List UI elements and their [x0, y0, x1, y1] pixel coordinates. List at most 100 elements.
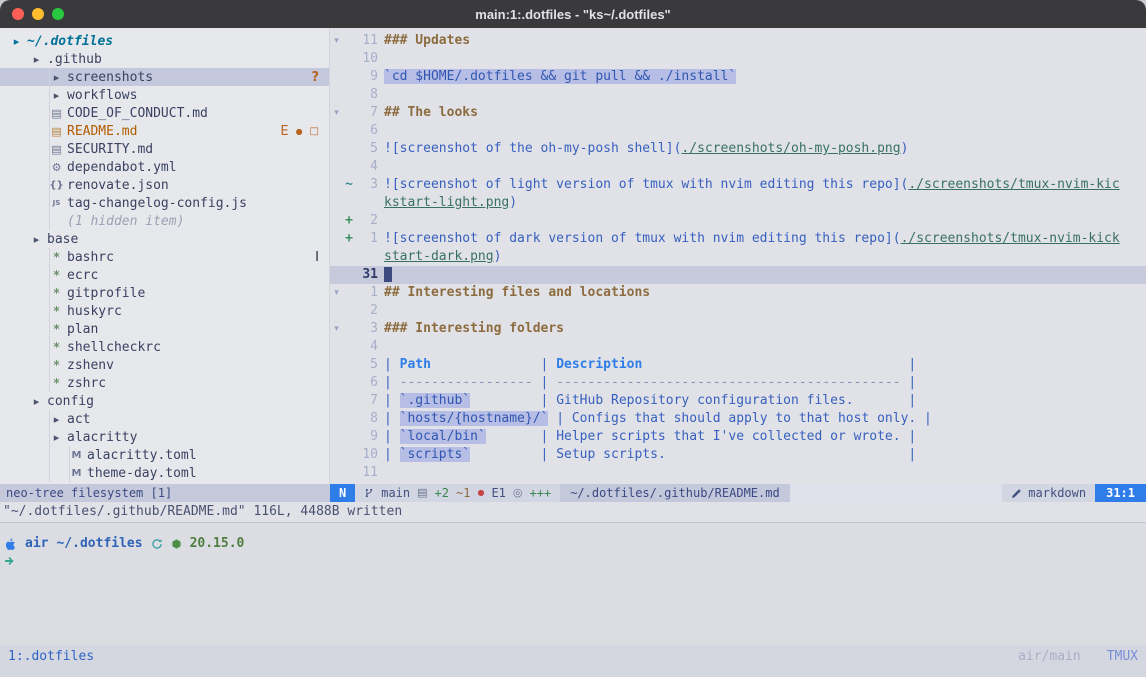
git-sign: [343, 86, 355, 104]
zoom-button[interactable]: [52, 8, 64, 20]
tree-item-theme-day.toml[interactable]: Mtheme-day.toml: [0, 464, 329, 482]
toml-file-icon: M: [68, 468, 85, 479]
tree-item-config[interactable]: ▸config: [0, 392, 329, 410]
close-button[interactable]: [12, 8, 24, 20]
tree-item-renovate.json[interactable]: {}renovate.json: [0, 176, 329, 194]
git-untracked-badge: ?: [311, 70, 319, 85]
tree-item-shellcheckrc[interactable]: *shellcheckrc: [0, 338, 329, 356]
editor-line[interactable]: 7| `.github` | GitHub Repository configu…: [330, 392, 1146, 410]
tree-item-label: zshenv: [65, 358, 114, 373]
prompt-arrow-icon: [4, 555, 16, 567]
tree-item-label: bashrc: [65, 250, 114, 265]
tree-item-workflows[interactable]: ▸workflows: [0, 86, 329, 104]
text-segment: ![screenshot of dark version of tmux wit…: [384, 231, 901, 246]
fold-marker[interactable]: ▾: [330, 104, 343, 122]
minimize-button[interactable]: [32, 8, 44, 20]
editor-line[interactable]: +1![screenshot of dark version of tmux w…: [330, 230, 1146, 248]
editor-line[interactable]: ▾11### Updates: [330, 32, 1146, 50]
indent-guide: [49, 446, 50, 464]
indent-guide: [49, 176, 50, 194]
tree-item-dependabot.yml[interactable]: ⚙dependabot.yml: [0, 158, 329, 176]
indent-guide: [49, 338, 50, 356]
git-sign: [343, 284, 355, 302]
toml-file-icon: M: [68, 450, 85, 461]
line-text: [384, 212, 1146, 230]
editor-line[interactable]: ~3![screenshot of light version of tmux …: [330, 176, 1146, 194]
config-file-icon: *: [48, 322, 65, 336]
tree-item-bashrc[interactable]: *bashrcI: [0, 248, 329, 266]
shell-prompt: air ~/.dotfiles 20.15.0: [4, 536, 1142, 551]
tree-item-gitprofile[interactable]: *gitprofile: [0, 284, 329, 302]
tree-item-tag-changelog-config.js[interactable]: JStag-changelog-config.js: [0, 194, 329, 212]
tree-item--1-hidden-item-[interactable]: (1 hidden item): [0, 212, 329, 230]
line-number: 7: [355, 104, 384, 122]
json-file-icon: {}: [48, 180, 65, 191]
editor-line[interactable]: 9| `local/bin` | Helper scripts that I'v…: [330, 428, 1146, 446]
editor-line[interactable]: 31: [330, 266, 1146, 284]
cursor: [384, 267, 392, 282]
indent-guide: [49, 284, 50, 302]
editor-buffer[interactable]: ▾11### Updates109`cd $HOME/.dotfiles && …: [330, 28, 1146, 484]
line-text: [384, 158, 1146, 176]
line-text: [384, 86, 1146, 104]
editor-line[interactable]: 9`cd $HOME/.dotfiles && git pull && ./in…: [330, 68, 1146, 86]
line-text: [384, 266, 1146, 284]
tree-item-screenshots[interactable]: ▸screenshots?: [0, 68, 329, 86]
fold-marker[interactable]: ▾: [330, 284, 343, 302]
tree-item-label: act: [65, 412, 90, 427]
tree-item-act[interactable]: ▸act: [0, 410, 329, 428]
tree-item-ecrc[interactable]: *ecrc: [0, 266, 329, 284]
editor-line[interactable]: 5| Path | Description |: [330, 356, 1146, 374]
editor-line[interactable]: 4: [330, 338, 1146, 356]
editor-line[interactable]: 8| `hosts/{hostname}/` | Configs that sh…: [330, 410, 1146, 428]
editor-line[interactable]: 8: [330, 86, 1146, 104]
indent-guide: [49, 248, 50, 266]
tree-item-zshrc[interactable]: *zshrc: [0, 374, 329, 392]
line-text: [384, 464, 1146, 482]
tree-item-base[interactable]: ▸base: [0, 230, 329, 248]
editor-line[interactable]: kstart-light.png): [330, 194, 1146, 212]
tree-item-alacritty.toml[interactable]: Malacritty.toml: [0, 446, 329, 464]
editor-line[interactable]: +2: [330, 212, 1146, 230]
editor-line[interactable]: 11: [330, 464, 1146, 482]
tree-item-code-of-conduct.md[interactable]: ▤CODE_OF_CONDUCT.md: [0, 104, 329, 122]
folder-arrow-icon: ▸: [28, 395, 45, 408]
editor-line[interactable]: 5![screenshot of the oh-my-posh shell](.…: [330, 140, 1146, 158]
editor-line[interactable]: 2: [330, 302, 1146, 320]
tree-item-label: CODE_OF_CONDUCT.md: [65, 106, 208, 121]
indent-guide: [49, 104, 50, 122]
folder-arrow-icon: ▸: [28, 233, 45, 246]
editor-line[interactable]: 6| ----------------- | -----------------…: [330, 374, 1146, 392]
shell-input-line[interactable]: [4, 555, 1142, 571]
editor-line[interactable]: ▾3### Interesting folders: [330, 320, 1146, 338]
tree-item-security.md[interactable]: ▤SECURITY.md: [0, 140, 329, 158]
tree-item-.github[interactable]: ▸.github: [0, 50, 329, 68]
tree-item-alacritty[interactable]: ▸alacritty: [0, 428, 329, 446]
line-number: [355, 194, 384, 212]
tree-item-badges: E●□: [280, 124, 329, 139]
fold-marker[interactable]: ▾: [330, 320, 343, 338]
tree-item-readme.md[interactable]: ▤README.mdE●□: [0, 122, 329, 140]
indent-guide: [49, 302, 50, 320]
tree-item-plan[interactable]: *plan: [0, 320, 329, 338]
fold-marker[interactable]: ▾: [330, 32, 343, 50]
editor-line[interactable]: 6: [330, 122, 1146, 140]
config-file-icon: *: [48, 358, 65, 372]
tree-item-~-.dotfiles[interactable]: ▸~/.dotfiles: [0, 32, 329, 50]
line-text: | Path | Description |: [384, 356, 1146, 374]
tmux-window-label[interactable]: 1:.dotfiles: [8, 649, 94, 664]
indent-guide: [49, 194, 50, 212]
editor-line[interactable]: ▾7## The looks: [330, 104, 1146, 122]
editor-line[interactable]: 10: [330, 50, 1146, 68]
tree-item-huskyrc[interactable]: *huskyrc: [0, 302, 329, 320]
editor-line[interactable]: 10| `scripts` | Setup scripts. |: [330, 446, 1146, 464]
editor-line[interactable]: start-dark.png): [330, 248, 1146, 266]
editor-line[interactable]: ▾1## Interesting files and locations: [330, 284, 1146, 302]
line-number: 3: [355, 176, 384, 194]
traffic-lights: [12, 8, 64, 20]
editor-line[interactable]: 4: [330, 158, 1146, 176]
tree-item-zshenv[interactable]: *zshenv: [0, 356, 329, 374]
fold-marker: [330, 302, 343, 320]
shell-pane[interactable]: air ~/.dotfiles 20.15.0: [0, 522, 1146, 645]
tree-item-label: README.md: [65, 124, 137, 139]
